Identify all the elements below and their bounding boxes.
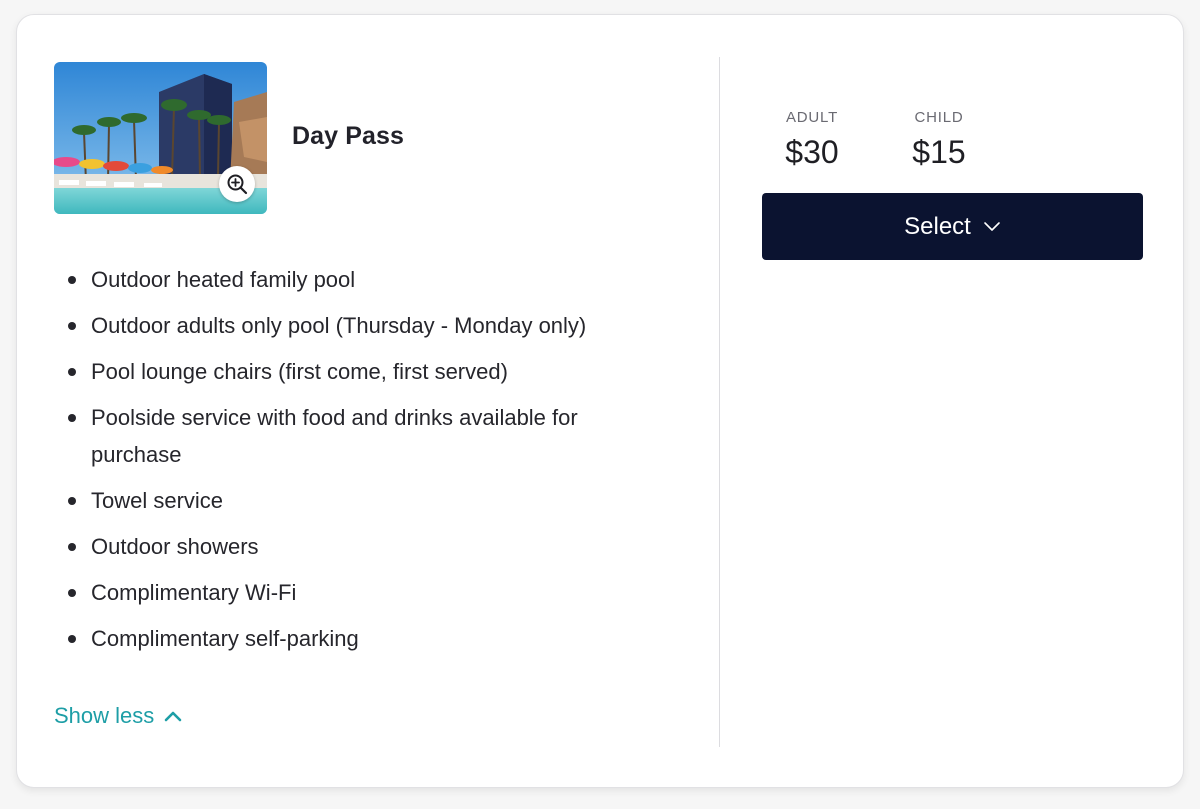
adult-price: ADULT $30 — [774, 109, 850, 171]
zoom-in-icon — [227, 174, 248, 195]
zoom-in-button[interactable] — [219, 166, 255, 202]
select-button[interactable]: Select — [762, 193, 1143, 260]
day-pass-card: Day Pass Outdoor heated family pool Outd… — [16, 14, 1184, 788]
adult-label: ADULT — [785, 109, 839, 126]
child-price-value: $15 — [912, 134, 966, 170]
column-divider — [719, 57, 720, 747]
feature-item: Poolside service with food and drinks av… — [54, 399, 654, 473]
feature-item: Complimentary Wi-Fi — [54, 574, 654, 611]
chevron-up-icon — [164, 711, 182, 722]
adult-price-value: $30 — [785, 134, 839, 170]
pass-title: Day Pass — [292, 122, 404, 150]
features-list: Outdoor heated family pool Outdoor adult… — [54, 261, 654, 666]
show-less-link[interactable]: Show less — [54, 703, 182, 729]
child-label: CHILD — [914, 109, 964, 126]
pool-photo[interactable] — [54, 62, 267, 214]
show-less-label: Show less — [54, 703, 155, 728]
feature-item: Pool lounge chairs (first come, first se… — [54, 353, 654, 390]
child-price: CHILD $15 — [901, 109, 977, 171]
chevron-down-icon — [984, 222, 1000, 231]
feature-item: Outdoor showers — [54, 528, 654, 565]
feature-item: Towel service — [54, 482, 654, 519]
feature-item: Complimentary self-parking — [54, 620, 654, 657]
feature-item: Outdoor heated family pool — [54, 261, 654, 298]
select-button-label: Select — [904, 212, 971, 240]
feature-item: Outdoor adults only pool (Thursday - Mon… — [54, 307, 654, 344]
